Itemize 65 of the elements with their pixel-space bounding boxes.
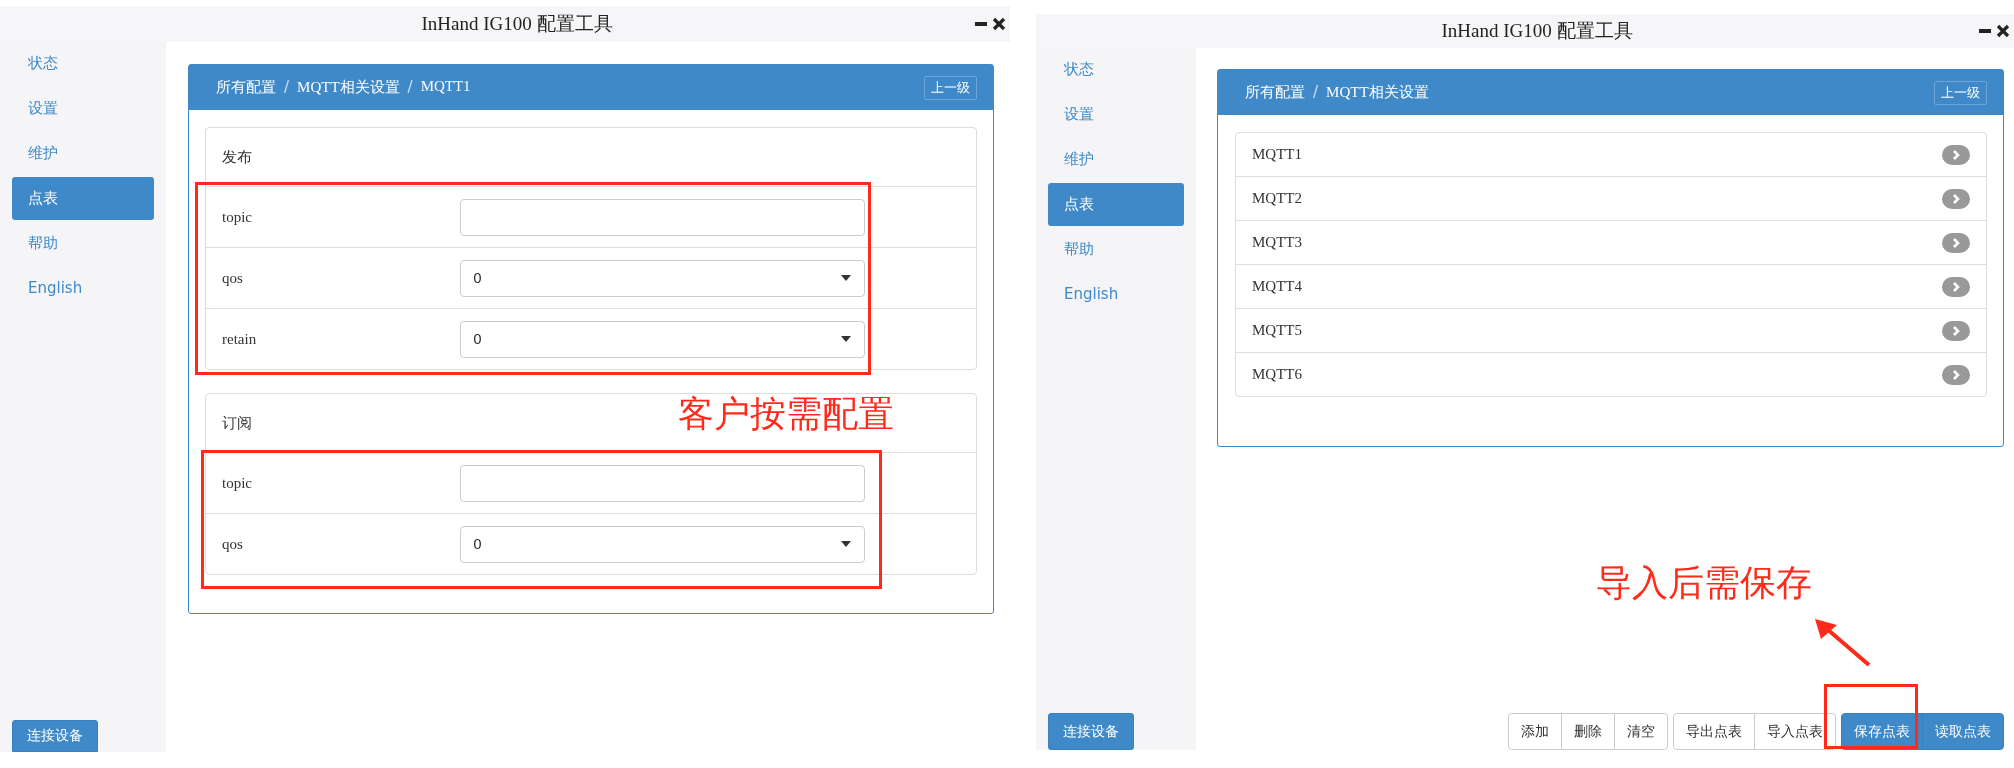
toolbar-button[interactable]: 添加 [1508, 713, 1562, 750]
field-label: topic [221, 474, 253, 492]
select-field[interactable]: 0 [460, 320, 865, 358]
caret-icon [840, 274, 852, 282]
breadcrumb-link[interactable]: 所有配置 [216, 78, 276, 97]
sidebar-item[interactable]: 维护 [12, 132, 154, 175]
sidebar-item[interactable]: 点表 [1048, 183, 1184, 226]
sidebar-item[interactable]: 维护 [1048, 138, 1184, 181]
chevron-icon [1942, 320, 1970, 341]
toolbar-button[interactable]: 清空 [1614, 713, 1668, 750]
window-title: InHand IG100 配置工具 [420, 12, 614, 36]
breadcrumb-link[interactable]: MQTT1 [420, 78, 471, 97]
toolbar-button[interactable]: 保存点表 [1841, 713, 1923, 750]
breadcrumb-link[interactable]: MQTT相关设置 [1326, 83, 1429, 102]
list-item-label[interactable]: MQTT4 [1252, 278, 1302, 295]
toolbar-button[interactable]: 导入点表 [1754, 713, 1836, 750]
chevron-icon [1942, 364, 1970, 385]
up-button[interactable]: 上一级 [924, 75, 977, 100]
caret-icon [840, 335, 852, 343]
sidebar-item[interactable]: English [1048, 273, 1184, 316]
list-item-label[interactable]: MQTT5 [1252, 322, 1302, 339]
close-icon [1996, 24, 2010, 38]
section-title: 订阅 [222, 414, 252, 432]
sidebar-item[interactable]: 点表 [12, 177, 154, 220]
select-field[interactable]: 0 [460, 259, 865, 297]
sidebar-item[interactable]: 帮助 [12, 222, 154, 265]
sidebar-item[interactable]: English [12, 267, 154, 310]
sidebar-item[interactable]: 帮助 [1048, 228, 1184, 271]
breadcrumb-link[interactable]: MQTT相关设置 [297, 78, 400, 97]
breadcrumb-separator: / [407, 78, 413, 97]
toolbar-button[interactable]: 删除 [1561, 713, 1615, 750]
input-field[interactable] [460, 198, 865, 236]
toolbar-button[interactable]: 读取点表 [1922, 713, 2004, 750]
up-button[interactable]: 上一级 [1934, 80, 1987, 105]
section-title: 发布 [222, 148, 252, 166]
connect-button[interactable]: 连接设备 [12, 720, 98, 752]
breadcrumb-separator: / [284, 78, 290, 97]
breadcrumb-link[interactable]: 所有配置 [1245, 83, 1305, 102]
list-item-label[interactable]: MQTT1 [1252, 146, 1302, 163]
chevron-icon [1942, 276, 1970, 297]
sidebar-item[interactable]: 设置 [1048, 93, 1184, 136]
select-field[interactable]: 0 [460, 525, 865, 563]
sidebar-item[interactable]: 状态 [12, 42, 154, 85]
sidebar-item[interactable]: 状态 [1048, 48, 1184, 91]
chevron-icon [1942, 144, 1970, 165]
list-item-label[interactable]: MQTT6 [1252, 366, 1302, 383]
field-label: retain [221, 330, 258, 348]
toolbar-button[interactable]: 导出点表 [1673, 713, 1755, 750]
chevron-icon [1942, 232, 1970, 253]
annotation-arrow [1813, 619, 1873, 669]
field-label: qos [221, 269, 244, 287]
annotation-text: 导入后需保存 [1596, 565, 1812, 601]
breadcrumb-separator: / [1313, 83, 1319, 102]
sidebar-item[interactable]: 设置 [12, 87, 154, 130]
list-item-label[interactable]: MQTT2 [1252, 190, 1302, 207]
input-field[interactable] [460, 464, 865, 502]
connect-button[interactable]: 连接设备 [1048, 713, 1134, 750]
caret-icon [840, 540, 852, 548]
list-item-label[interactable]: MQTT3 [1252, 234, 1302, 251]
field-label: topic [221, 208, 253, 226]
window-title: InHand IG100 配置工具 [1440, 19, 1634, 43]
chevron-icon [1942, 188, 1970, 209]
field-label: qos [221, 535, 244, 553]
annotation-text: 客户按需配置 [678, 396, 894, 432]
close-icon [992, 17, 1006, 31]
